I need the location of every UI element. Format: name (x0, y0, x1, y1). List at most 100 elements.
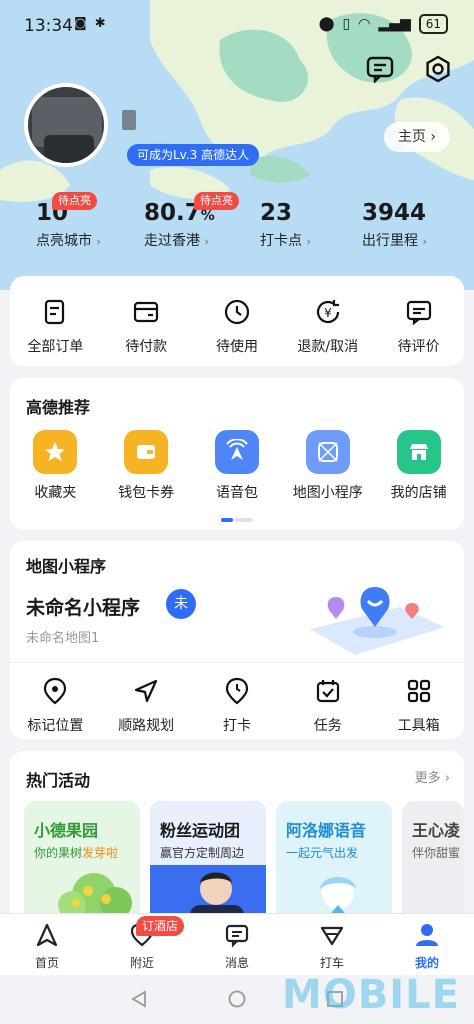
nav-taxi[interactable]: 打车 (302, 922, 362, 971)
activity-orchard[interactable]: 小德果园 你的果树发芽啦 (24, 801, 140, 931)
rec-label: 收藏夹 (34, 485, 77, 501)
order-unpaid[interactable]: 待付款 (101, 294, 192, 356)
rec-map-app[interactable]: 地图小程序 (282, 430, 373, 502)
mini-action-mark[interactable]: 标记位置 (10, 673, 101, 735)
chevron-right-icon: › (96, 235, 101, 248)
stat-label: 点亮城市 (36, 233, 92, 249)
page-indicator (221, 518, 253, 522)
nav-label: 打车 (319, 956, 344, 970)
stat-tag: 待点亮 (52, 192, 97, 210)
home-page-button[interactable]: 主页 › (383, 122, 450, 152)
action-label: 顺路规划 (118, 718, 175, 734)
battery-icon: 61 (418, 14, 448, 34)
stat-value: 23 (260, 200, 293, 226)
location-icon: ⬤ (318, 16, 335, 32)
nav-label: 消息 (224, 956, 249, 970)
stat-value: 80.7 (144, 200, 201, 226)
chevron-right-icon: › (204, 235, 209, 248)
stat-label: 打卡点 (260, 233, 302, 249)
activity-subtitle: 伴你甜蜜 (412, 846, 461, 860)
recommend-card: 高德推荐 收藏夹 钱包卡券 语音包 地图小程序 我的店铺 (10, 378, 464, 530)
mini-action-task[interactable]: 任务 (282, 673, 373, 735)
level-badge[interactable]: 可成为Lv.3 高德达人 (127, 144, 260, 166)
stats-row: 待点亮 10 点亮城市 › 待点亮 80.7% 走过香港 › 23 打卡点 › … (0, 192, 474, 260)
mini-program-name[interactable]: 未命名小程序 (26, 593, 140, 620)
activity-title: 小德果园 (34, 821, 99, 840)
stat-label: 走过香港 (144, 233, 200, 249)
activity-subtitle-a: 你的果树 (34, 846, 83, 860)
hotel-badge[interactable]: 订酒店 (136, 916, 185, 936)
activity-fans[interactable]: 粉丝运动团 赢官方定制周边 (150, 801, 266, 931)
map-illustration (310, 587, 445, 655)
stat-hongkong[interactable]: 待点亮 80.7% 走过香港 › (144, 192, 239, 250)
nav-home[interactable]: 首页 (17, 922, 77, 971)
rec-favorites[interactable]: 收藏夹 (10, 430, 101, 502)
comment-icon (406, 300, 431, 325)
watermark: MOBILE (282, 972, 460, 1018)
vibrate-icon: ▯ (342, 16, 351, 32)
clock-icon (224, 299, 250, 325)
stat-mileage[interactable]: 3944 出行里程 › (362, 200, 427, 250)
activity-title: 阿洛娜语音 (286, 821, 367, 840)
activity-subtitle: 赢官方定制周边 (160, 846, 245, 860)
wifi-icon: ◠ (358, 16, 371, 32)
nav-label: 首页 (34, 956, 59, 970)
nav-label: 附近 (129, 956, 154, 970)
rec-label: 钱包卡券 (118, 485, 175, 501)
stat-cities[interactable]: 待点亮 10 点亮城市 › (36, 192, 101, 250)
settings-icon[interactable] (424, 55, 452, 83)
voice-icon (214, 430, 259, 474)
mini-program-badge: 未 (166, 589, 196, 619)
order-refund[interactable]: ¥ 退款/取消 (282, 294, 373, 356)
mini-action-route[interactable]: 顺路规划 (101, 673, 192, 735)
wallet-icon (134, 301, 159, 323)
order-to-use[interactable]: 待使用 (192, 294, 283, 356)
order-review[interactable]: 待评价 (373, 294, 464, 356)
rec-shop[interactable]: 我的店铺 (373, 430, 464, 502)
wallet-icon (124, 430, 169, 474)
activity-title: 粉丝运动团 (160, 821, 241, 840)
chevron-right-icon: › (422, 235, 427, 248)
back-icon[interactable] (130, 990, 148, 1008)
order-label: 待使用 (215, 339, 258, 355)
status-bar: 13:34 ◙ ✱ ⬤ ▯ ◠ ▂▄▆ 61 (0, 12, 474, 42)
home-circle-icon[interactable] (228, 990, 246, 1008)
action-label: 工具箱 (397, 718, 440, 734)
navigate-arrow-icon (135, 679, 158, 703)
orders-card: 全部订单 待付款 待使用 ¥ 退款/取消 待评价 (10, 276, 464, 366)
grid-icon (407, 679, 430, 703)
status-right-icons: ⬤ ▯ ◠ ▂▄▆ 61 (319, 14, 448, 34)
feedback-icon[interactable] (366, 55, 394, 83)
star-icon (33, 430, 78, 474)
order-list-icon (45, 299, 65, 325)
mini-action-checkin[interactable]: 打卡 (192, 673, 283, 735)
stat-value: 3944 (362, 200, 427, 226)
activity-singer[interactable]: 王心凌 伴你甜蜜 (402, 801, 464, 931)
mini-action-toolbox[interactable]: 工具箱 (373, 673, 464, 735)
order-all[interactable]: 全部订单 (10, 294, 101, 356)
stat-tag: 待点亮 (194, 192, 239, 210)
avatar[interactable] (24, 83, 108, 167)
rec-voice[interactable]: 语音包 (192, 430, 283, 502)
nav-profile[interactable]: 我的 (397, 922, 457, 971)
more-link[interactable]: 更多 › (415, 767, 450, 786)
rec-wallet[interactable]: 钱包卡券 (101, 430, 192, 502)
location-pin-icon (44, 677, 67, 705)
status-notification-icons: ◙ ✱ (74, 16, 108, 31)
refund-icon: ¥ (316, 300, 339, 324)
order-label: 退款/取消 (297, 339, 359, 355)
activity-voice[interactable]: 阿洛娜语音 一起元气出发 (276, 801, 392, 931)
order-label: 待付款 (125, 339, 168, 355)
nav-messages[interactable]: 消息 (207, 922, 267, 971)
action-label: 标记位置 (27, 718, 84, 734)
divider (10, 662, 464, 663)
map-app-icon (305, 430, 350, 474)
bottom-navigation: 首页 附近 消息 打车 我的 (0, 913, 474, 975)
shop-icon (396, 430, 441, 474)
activity-title: 王心凌 (412, 821, 461, 840)
stat-checkins[interactable]: 23 打卡点 › (260, 200, 311, 250)
hot-activities-card: 热门活动 更多 › 小德果园 你的果树发芽啦 粉丝运动团 赢官方定制周边 阿洛娜… (10, 751, 464, 931)
nav-label: 我的 (414, 956, 439, 970)
more-label: 更多 (414, 771, 441, 786)
svg-text:¥: ¥ (324, 306, 332, 320)
